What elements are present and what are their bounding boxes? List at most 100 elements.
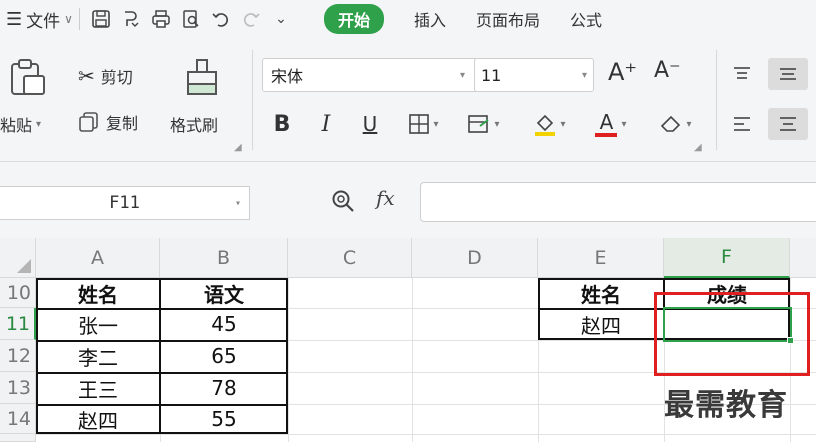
align-center-icon (780, 117, 796, 131)
paste-label-wrap[interactable]: 粘贴 ▾ (0, 112, 41, 136)
scissors-icon: ✂ (78, 64, 95, 88)
chevron-down-icon: ∨ (64, 12, 73, 26)
column-header-c[interactable]: C (288, 238, 412, 278)
italic-button[interactable]: I (312, 108, 340, 140)
font-name-select[interactable]: 宋体 ▾ (262, 58, 502, 92)
bold-button[interactable]: B (268, 108, 296, 140)
align-left-icon (734, 117, 750, 131)
format-painter-label: 格式刷 (170, 116, 219, 135)
customize-dropdown-icon[interactable]: ⌄ (266, 4, 296, 34)
insert-function-button[interactable]: fx (376, 186, 395, 210)
clear-format-button[interactable]: ▾ (650, 108, 700, 140)
cell-e11[interactable]: 赵四 (538, 308, 664, 340)
borders-button[interactable]: ▾ (400, 108, 446, 140)
chevron-down-icon: ▾ (686, 118, 692, 130)
column-label: F (721, 246, 732, 268)
save-icon[interactable] (86, 4, 116, 34)
cell-a12[interactable]: 李二 (36, 340, 160, 372)
cell-text: 姓名 (581, 282, 621, 307)
tab-home[interactable]: 开始 (323, 4, 384, 34)
paste-icon (11, 59, 45, 95)
row-header-13[interactable]: 13 (0, 372, 36, 404)
column-label: B (216, 246, 231, 269)
cut-button[interactable]: ✂ 剪切 (78, 64, 133, 88)
format-painter-button[interactable] (180, 56, 224, 100)
row-label: 11 (5, 312, 30, 335)
cell-a14[interactable]: 赵四 (36, 404, 160, 434)
grid-line (288, 278, 289, 442)
cell-b13[interactable]: 78 (160, 372, 288, 404)
print-preview-icon[interactable] (176, 4, 206, 34)
highlight-box (654, 292, 810, 376)
tab-insert[interactable]: 插入 (414, 7, 446, 31)
row-header-15[interactable] (0, 434, 36, 442)
fill-color-button[interactable]: ▾ (524, 108, 574, 140)
copy-button[interactable]: 复制 (78, 110, 138, 134)
print-icon[interactable] (146, 4, 176, 34)
cell-style-button[interactable]: ▾ (458, 108, 508, 140)
column-header-g[interactable] (790, 238, 816, 278)
row-label: 13 (6, 376, 31, 399)
chevron-down-icon: ▾ (459, 69, 465, 81)
column-header-d[interactable]: D (412, 238, 538, 278)
column-label: A (91, 246, 104, 269)
italic-icon: I (321, 111, 331, 137)
copy-icon (79, 112, 98, 132)
row-label: 10 (6, 281, 31, 304)
cell-b10[interactable]: 语文 (160, 278, 288, 308)
name-box-value: F11 (109, 193, 140, 213)
cell-text: 语文 (204, 282, 244, 307)
row-header-14[interactable]: 14 (0, 404, 36, 434)
column-header-f[interactable]: F (664, 238, 790, 278)
font-launcher-icon[interactable]: ◢ (694, 142, 702, 153)
cell-a10[interactable]: 姓名 (36, 278, 160, 308)
align-top-icon (734, 67, 750, 79)
underline-button[interactable]: U (356, 108, 384, 140)
column-header-a[interactable]: A (36, 238, 160, 278)
format-painter-label-wrap[interactable]: 格式刷 (170, 112, 218, 136)
formula-input[interactable] (420, 182, 816, 222)
cell-a13[interactable]: 王三 (36, 372, 160, 404)
export-icon[interactable] (116, 4, 146, 34)
fill-bucket-icon (535, 114, 556, 136)
row-header-12[interactable]: 12 (0, 340, 36, 372)
select-all-corner[interactable] (0, 238, 36, 278)
font-size-select[interactable]: 11 ▾ (474, 58, 594, 92)
cell-b12[interactable]: 65 (160, 340, 288, 372)
align-top-button[interactable] (726, 58, 758, 90)
grid-line (412, 278, 413, 442)
row-header-10[interactable]: 10 (0, 278, 36, 308)
redo-icon[interactable] (236, 4, 266, 34)
name-box[interactable]: F11 ▾ (0, 186, 250, 220)
cell-b11[interactable]: 45 (160, 308, 288, 340)
file-menu[interactable]: ☰ 文件 ∨ (6, 7, 73, 32)
tab-page-layout[interactable]: 页面布局 (476, 7, 540, 31)
grow-font-button[interactable]: A⁺ (608, 58, 637, 86)
column-header-b[interactable]: B (160, 238, 288, 278)
align-left-button[interactable] (726, 108, 758, 140)
column-label: E (594, 246, 607, 269)
font-color-button[interactable]: A ▾ (588, 108, 634, 140)
clipboard-launcher-icon[interactable]: ◢ (234, 142, 242, 153)
cell-e10[interactable]: 姓名 (538, 278, 664, 308)
cut-label: 剪切 (100, 68, 133, 87)
chevron-down-icon: ▾ (36, 118, 42, 130)
tab-formulas[interactable]: 公式 (570, 7, 602, 31)
row-header-11[interactable]: 11 (0, 308, 36, 340)
align-middle-button[interactable] (768, 58, 808, 90)
shrink-font-button[interactable]: A⁻ (654, 58, 681, 83)
undo-icon[interactable] (206, 4, 236, 34)
paste-button[interactable] (6, 56, 50, 100)
cell-a11[interactable]: 张一 (36, 308, 160, 340)
zoom-icon[interactable] (330, 188, 356, 219)
chevron-down-icon: ▾ (433, 118, 439, 130)
font-color-swatch (595, 132, 618, 137)
align-center-button[interactable] (768, 108, 808, 140)
font-size-value: 11 (481, 65, 502, 85)
grow-font-icon: A⁺ (608, 58, 638, 86)
paste-label: 粘贴 (0, 116, 33, 135)
chevron-down-icon: ▾ (234, 197, 241, 209)
cell-b14[interactable]: 55 (160, 404, 288, 434)
column-header-e[interactable]: E (538, 238, 664, 278)
grid-line (36, 434, 816, 435)
